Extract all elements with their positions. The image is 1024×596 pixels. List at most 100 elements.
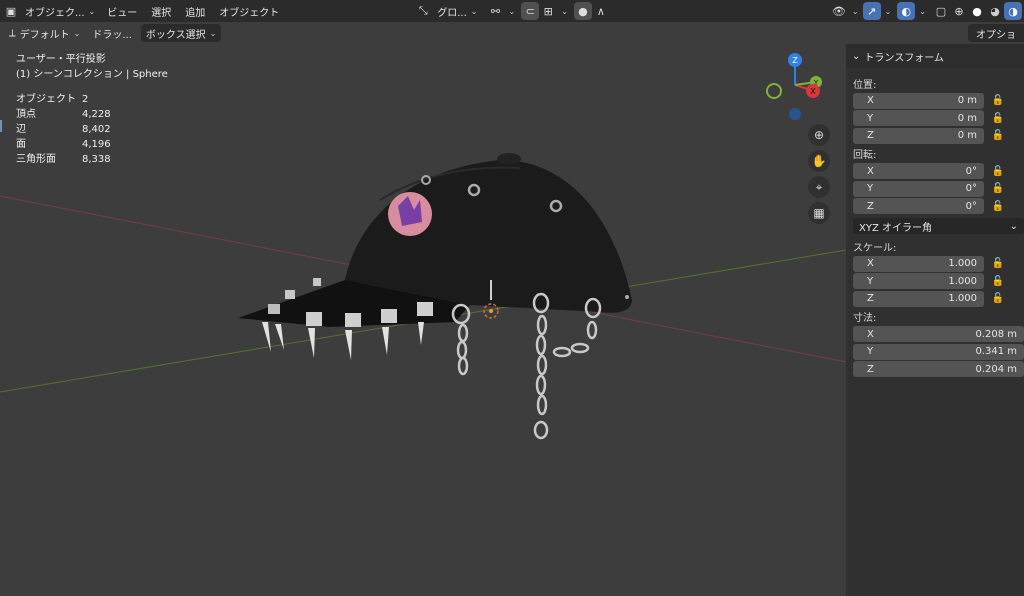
chevron-down-icon: ⌄ [88, 6, 96, 16]
drag-dropdown[interactable]: ドラッ... [87, 24, 137, 42]
scale-z-field[interactable]: Z 1.000 [853, 290, 984, 307]
viewport-overlay-text: ユーザー・平行投影 (1) シーンコレクション | Sphere オブジェクト 2… [16, 52, 168, 167]
falloff-icon[interactable]: ∧ [592, 2, 610, 20]
field-value: 0° [965, 165, 977, 177]
visibility-icon[interactable]: 👁 [830, 2, 848, 20]
location-x-field[interactable]: X 0 m [853, 92, 984, 109]
transform-panel-header[interactable]: ⌄ トランスフォーム [846, 44, 1024, 68]
location-y-field[interactable]: Y 0 m [853, 110, 984, 127]
snap-icon[interactable]: ⊂ [521, 2, 540, 20]
spike [308, 328, 315, 358]
stat-value: 8,402 [82, 124, 111, 135]
chain [451, 292, 602, 440]
axis-label: X [867, 258, 874, 270]
unlock-icon[interactable]: 🔓 [984, 201, 1012, 212]
stud [417, 302, 433, 316]
cap-button [497, 153, 521, 165]
stat-row: 頂点 4,228 [16, 107, 168, 122]
shading-solid-icon[interactable]: ● [968, 2, 986, 20]
unlock-icon[interactable]: 🔓 [984, 276, 1012, 287]
stat-value: 2 [82, 94, 89, 105]
collection-label: (1) シーンコレクション | Sphere [16, 69, 168, 80]
rotation-x-field[interactable]: X 0° [853, 163, 984, 180]
location-z-field[interactable]: Z 0 m [853, 127, 984, 144]
unlock-icon[interactable]: 🔓 [984, 166, 1012, 177]
shading-rendered-icon[interactable]: ◑ [1004, 2, 1022, 20]
unlock-icon[interactable]: 🔓 [984, 113, 1012, 124]
shading-material-icon[interactable]: ◕ [986, 2, 1004, 20]
camera-icon[interactable]: ⌖ [808, 176, 830, 198]
chevron-down-icon[interactable]: ⌄ [561, 7, 568, 16]
stat-key: オブジェクト [16, 94, 76, 105]
pivot-icon[interactable]: ⚯ [487, 2, 505, 20]
unlock-icon[interactable]: 🔓 [984, 95, 1012, 106]
unlock-icon[interactable]: 🔓 [984, 130, 1012, 141]
perspective-grid-icon[interactable]: ▦ [808, 202, 830, 224]
menu-add[interactable]: 追加 [178, 4, 212, 19]
rotation-y-field[interactable]: Y 0° [853, 180, 984, 197]
transform-orientation-dropdown[interactable]: グロ... ⌄ [432, 2, 482, 20]
dimensions-x-row: X 0.208 m [846, 326, 1024, 344]
overlay-icon[interactable]: ◐ [897, 2, 916, 20]
unlock-icon[interactable]: 🔓 [984, 183, 1012, 194]
dimensions-y-field[interactable]: Y 0.341 m [853, 343, 1024, 360]
snap-target-icon[interactable]: ⊞ [539, 2, 557, 20]
orientation-default-label: デフォルト [19, 29, 70, 41]
mode-dropdown[interactable]: オブジェク... ⌄ [20, 2, 100, 20]
axis-label: X [867, 165, 874, 177]
unlock-icon[interactable]: 🔓 [984, 293, 1012, 304]
drag-label: ドラッ... [92, 29, 132, 41]
rotation-z-field[interactable]: Z 0° [853, 198, 984, 215]
xray-icon[interactable]: ▢ [932, 2, 950, 20]
field-value: 1.000 [948, 258, 977, 270]
axis-label: X [867, 95, 874, 107]
menu-view[interactable]: ビュー [100, 4, 144, 19]
rotation-z-row: Z 0° 🔓 [846, 198, 1024, 216]
chevron-down-icon: ⌄ [470, 6, 478, 16]
menu-object[interactable]: オブジェクト [212, 4, 286, 19]
cap-model[interactable] [238, 153, 632, 440]
rotation-mode-dropdown[interactable]: XYZ オイラー角 ⌄ [853, 218, 1024, 234]
options-button[interactable]: オプショ [968, 24, 1024, 42]
editor-type-icon[interactable]: ▣ [2, 2, 20, 20]
field-value: 0° [965, 183, 977, 195]
neg-z-axis-ball[interactable] [789, 108, 801, 120]
orientation-default-dropdown[interactable]: ⟂ デフォルト ⌄ [4, 24, 85, 42]
axis-label: Z [867, 130, 874, 142]
axis-label: Y [867, 183, 874, 195]
shading-wire-icon[interactable]: ⊕ [950, 2, 968, 20]
chevron-down-icon[interactable]: ⌄ [885, 7, 892, 16]
dimensions-x-field[interactable]: X 0.208 m [853, 326, 1024, 343]
select-mode-dropdown[interactable]: ボックス選択 ⌄ [140, 24, 222, 42]
rotation-y-row: Y 0° 🔓 [846, 180, 1024, 198]
options-label: オプショ [976, 29, 1016, 41]
rotation-mode-label: XYZ オイラー角 [859, 222, 932, 234]
neg-y-axis-ball[interactable] [766, 83, 782, 99]
scene-statistics: オブジェクト 2 頂点 4,228 辺 8,402 面 4,196 三角形面 8,338 [16, 92, 168, 167]
field-value: 1.000 [948, 293, 977, 305]
chevron-down-icon[interactable]: ⌄ [509, 7, 516, 16]
chevron-down-icon[interactable]: ⌄ [919, 7, 926, 16]
chevron-down-icon[interactable]: ⌄ [852, 7, 859, 16]
tool-settings-bar: ⟂ デフォルト ⌄ ドラッ... ボックス選択 ⌄ [0, 22, 1024, 44]
orientation-icon[interactable]: ⤡ [414, 2, 432, 20]
proportional-icon[interactable]: ● [573, 2, 592, 20]
menu-select[interactable]: 選択 [144, 4, 178, 19]
chevron-down-icon: ⌄ [209, 28, 217, 38]
gizmo-icon[interactable]: ↗ [862, 2, 881, 20]
zoom-icon[interactable]: ⊕ [808, 124, 830, 146]
pan-hand-icon[interactable]: ✋ [808, 150, 830, 172]
axis-label: Z [867, 363, 874, 375]
stud [268, 304, 280, 314]
viewport-header: ▣ オブジェク... ⌄ ビュー 選択 追加 オブジェクト ⤡ グロ... ⌄ … [0, 0, 1024, 22]
location-y-row: Y 0 m 🔓 [846, 110, 1024, 128]
scale-y-field[interactable]: Y 1.000 [853, 273, 984, 290]
navigation-gizmo[interactable]: Z Y X [760, 50, 830, 120]
sidebar-panel: ⌄ トランスフォーム 位置: X 0 m 🔓 Y 0 m 🔓 Z 0 m 🔓 回転: X 0°… [846, 44, 1024, 596]
mode-dropdown-label: オブジェク... [25, 7, 85, 19]
scale-x-field[interactable]: X 1.000 [853, 255, 984, 272]
field-value: 0 m [957, 130, 977, 142]
unlock-icon[interactable]: 🔓 [984, 258, 1012, 269]
dimensions-z-field[interactable]: Z 0.204 m [853, 361, 1024, 378]
panel-title: トランスフォーム [864, 52, 944, 64]
